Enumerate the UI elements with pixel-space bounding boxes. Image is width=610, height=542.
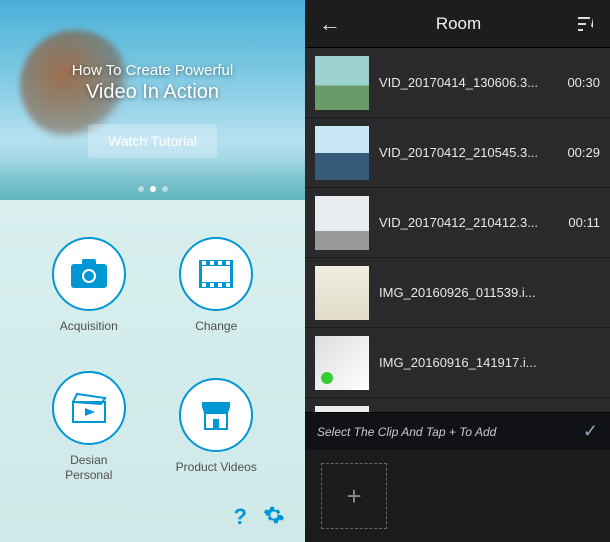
file-row[interactable]: VID_20170414_130606.3... 00:30 bbox=[305, 48, 610, 118]
carousel-dot[interactable] bbox=[138, 186, 144, 192]
file-name: IMG_20160916_141917.i... bbox=[379, 355, 600, 370]
sort-icon[interactable] bbox=[576, 16, 596, 32]
hero-banner: How To Create Powerful Video In Action W… bbox=[0, 0, 305, 200]
hint-bar: Select The Clip And Tap + To Add ✓ bbox=[305, 412, 610, 450]
feature-product[interactable]: Product Videos bbox=[158, 361, 276, 492]
file-thumbnail bbox=[315, 196, 369, 250]
camera-icon[interactable] bbox=[52, 237, 126, 311]
file-thumbnail bbox=[315, 266, 369, 320]
file-row[interactable]: IMG_20160916_141917.i... bbox=[305, 328, 610, 398]
confirm-icon[interactable]: ✓ bbox=[583, 421, 598, 442]
file-thumbnail bbox=[315, 56, 369, 110]
page-title: Room bbox=[436, 14, 481, 34]
feature-acquisition[interactable]: Acquisition bbox=[30, 220, 148, 351]
file-thumbnail bbox=[315, 336, 369, 390]
feature-change[interactable]: Change bbox=[158, 220, 276, 351]
file-duration: 00:11 bbox=[568, 215, 600, 230]
file-row[interactable]: IMG_20160926_011539.i... bbox=[305, 258, 610, 328]
file-name: IMG_20160926_011539.i... bbox=[379, 285, 600, 300]
clip-tray: + bbox=[305, 450, 610, 542]
file-row[interactable]: IMG_20160916_141907.i... bbox=[305, 398, 610, 412]
back-icon[interactable]: ← bbox=[319, 11, 341, 37]
help-icon[interactable]: ? bbox=[234, 504, 247, 530]
filmstrip-icon[interactable] bbox=[179, 237, 253, 311]
file-duration: 00:30 bbox=[567, 75, 600, 90]
file-list: VID_20170414_130606.3...00:30VID_2017041… bbox=[305, 48, 610, 412]
carousel-dot[interactable] bbox=[162, 186, 168, 192]
watch-tutorial-button[interactable]: Watch Tutorial bbox=[88, 124, 217, 158]
file-row[interactable]: VID_20170412_210412.3... 00:11 bbox=[305, 188, 610, 258]
gear-icon[interactable] bbox=[263, 504, 285, 530]
file-duration: 00:29 bbox=[567, 145, 600, 160]
file-browser-pane: ← Room VID_20170414_130606.3...00:30VID_… bbox=[305, 0, 610, 542]
file-name: VID_20170412_210545.3... bbox=[379, 145, 557, 160]
browser-header: ← Room bbox=[305, 0, 610, 48]
file-name: VID_20170412_210412.3... bbox=[379, 215, 558, 230]
file-name: VID_20170414_130606.3... bbox=[379, 75, 557, 90]
file-row[interactable]: VID_20170412_210545.3... 00:29 bbox=[305, 118, 610, 188]
hero-headline-1: How To Create Powerful bbox=[72, 62, 233, 79]
hero-headline-2: Video In Action bbox=[72, 81, 233, 104]
clapper-icon[interactable] bbox=[52, 371, 126, 445]
feature-grid: Acquisition Change Desian Personal Produ… bbox=[0, 200, 305, 542]
hint-text: Select The Clip And Tap + To Add bbox=[317, 425, 496, 439]
feature-label: Acquisition bbox=[60, 319, 118, 333]
carousel-dots[interactable] bbox=[138, 186, 168, 192]
feature-design[interactable]: Desian Personal bbox=[30, 361, 148, 492]
file-thumbnail bbox=[315, 126, 369, 180]
feature-label: Desian Personal bbox=[65, 453, 112, 482]
feature-label: Product Videos bbox=[176, 460, 257, 474]
tutorial-pane: How To Create Powerful Video In Action W… bbox=[0, 0, 305, 542]
carousel-dot-active[interactable] bbox=[150, 186, 156, 192]
add-clip-button[interactable]: + bbox=[321, 463, 387, 529]
feature-label: Change bbox=[195, 319, 237, 333]
shop-icon[interactable] bbox=[179, 378, 253, 452]
